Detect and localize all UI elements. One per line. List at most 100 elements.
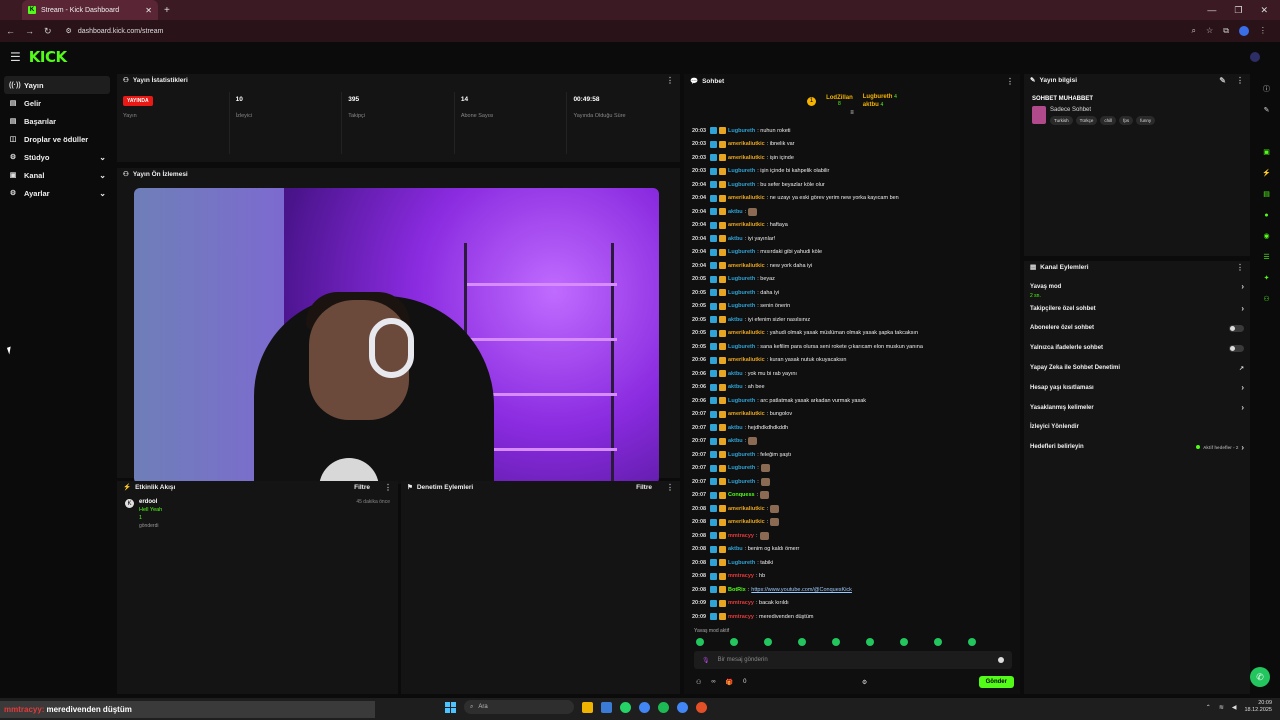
emote-icon[interactable] xyxy=(764,638,772,646)
chevron-down-icon[interactable]: ⌄ xyxy=(99,171,106,180)
chat-message[interactable]: 20:03 amerikaliutkic: işin içinde xyxy=(692,151,1016,165)
chat-message[interactable]: 20:06 Lugbureth: arc patlatmak yasak arka… xyxy=(692,394,1016,408)
users-icon[interactable]: ⚇ xyxy=(1261,293,1273,305)
chat-username[interactable]: Lugbureth xyxy=(728,479,755,485)
chat-username[interactable]: Lugbureth xyxy=(728,344,755,350)
kick-logo[interactable]: KICK xyxy=(29,48,67,66)
chat-message[interactable]: 20:08 mmtracyy: xyxy=(692,529,1016,543)
channel-action-row[interactable]: Takipçilere özel sohbet › xyxy=(1024,299,1250,319)
users-icon[interactable]: ⚇ xyxy=(696,679,701,686)
gift-icon[interactable]: 🎁 xyxy=(726,679,733,686)
chat-message[interactable]: 20:07 aktbu: hejdhdkdhdkddh xyxy=(692,421,1016,435)
expand-icon[interactable]: ≡ xyxy=(850,110,854,116)
site-info-icon[interactable]: ⚙ xyxy=(66,27,72,35)
network-icon[interactable]: ≋ xyxy=(1219,704,1224,711)
chat-message[interactable]: 20:03 amerikaliutkic: ibnelik var xyxy=(692,138,1016,152)
top-chatter-name[interactable]: Lugbureth xyxy=(863,94,893,100)
chat-username[interactable]: aktbu xyxy=(728,236,743,242)
video-preview[interactable] xyxy=(134,188,659,484)
chevron-down-icon[interactable]: ⌄ xyxy=(99,189,106,198)
emote-icon[interactable] xyxy=(900,638,908,646)
list-icon[interactable]: ☰ xyxy=(1261,251,1273,263)
emoji-icon[interactable] xyxy=(998,657,1004,663)
chat-message[interactable]: 20:07 Lugbureth: feleğim şaştı xyxy=(692,448,1016,462)
chat-username[interactable]: Lugbureth xyxy=(728,182,755,188)
activity-icon[interactable]: ⚡ xyxy=(1261,167,1273,179)
channel-action-row[interactable]: Hesap yaşı kısıtlaması › xyxy=(1024,378,1250,398)
chat-username[interactable]: amerikaliutkic xyxy=(728,519,765,525)
chat-message[interactable]: 20:07 Lugbureth: xyxy=(692,475,1016,489)
chevron-right-icon[interactable]: › xyxy=(1241,443,1244,452)
emote-icon[interactable] xyxy=(730,638,738,646)
wrench-icon[interactable]: ✦ xyxy=(1261,272,1273,284)
chat-username[interactable]: Lugbureth xyxy=(728,560,755,566)
goals-row[interactable]: Hedefleri belirleyin Aktif hedefler - 2 … xyxy=(1024,437,1250,457)
chat-username[interactable]: amerikaliutkic xyxy=(728,195,765,201)
toggle-switch[interactable] xyxy=(1229,344,1244,352)
more-icon[interactable]: ⋮ xyxy=(1006,77,1014,86)
back-icon[interactable]: ← xyxy=(6,26,15,36)
chevron-down-icon[interactable]: ⌄ xyxy=(99,153,106,162)
zoom-icon[interactable]: ⌕ xyxy=(1192,26,1196,36)
chat-message[interactable]: 20:04 amerikaliutkic: haftaya xyxy=(692,219,1016,233)
profile-avatar[interactable] xyxy=(1238,26,1249,36)
chat-username[interactable]: aktbu xyxy=(728,425,743,431)
close-tab-icon[interactable]: ✕ xyxy=(145,6,152,15)
chat-username[interactable]: aktbu xyxy=(728,546,743,552)
chat-username[interactable]: mmtracyy xyxy=(728,533,754,539)
emote-icon[interactable] xyxy=(934,638,942,646)
sidebar-item-4[interactable]: ⚙ Stüdyo ⌄ xyxy=(4,148,110,166)
chat-icon[interactable]: ● xyxy=(1261,209,1273,221)
chat-message[interactable]: 20:03 Lugbureth: işin içinde bi kahpelik … xyxy=(692,165,1016,179)
chat-username[interactable]: Lugbureth xyxy=(728,398,755,404)
chat-username[interactable]: amerikaliutkic xyxy=(728,357,765,363)
hamburger-icon[interactable]: ☰ xyxy=(10,50,21,64)
windows-start-icon[interactable] xyxy=(445,701,456,713)
edit-icon[interactable]: ✎ xyxy=(1219,76,1226,85)
pencil-icon[interactable]: ✎ xyxy=(1261,104,1273,116)
emote-icon[interactable] xyxy=(866,638,874,646)
chat-message[interactable]: 20:04 amerikaliutkic: new york daha iyi xyxy=(692,259,1016,273)
chat-message[interactable]: 20:04 Lugbureth: mısırdaki gibi yahudi kö… xyxy=(692,246,1016,260)
channel-action-row[interactable]: Yalnızca ifadelerle sohbet xyxy=(1024,338,1250,358)
chat-message[interactable]: 20:03 Lugbureth: nuhun roketi xyxy=(692,124,1016,138)
chat-username[interactable]: Lugbureth xyxy=(728,276,755,282)
tag-chip[interactable]: funny xyxy=(1136,116,1156,125)
chat-username[interactable]: Lugbureth xyxy=(728,249,755,255)
chat-message[interactable]: 20:04 aktbu: xyxy=(692,205,1016,219)
activity-filter-button[interactable]: Filtre xyxy=(354,484,370,491)
chat-message[interactable]: 20:05 Lugbureth: daha iyi xyxy=(692,286,1016,300)
chat-message[interactable]: 20:08 aktbu: benim og kaldı ömerr xyxy=(692,543,1016,557)
chat-message[interactable]: 20:06 aktbu: yok mu bi rab yayını xyxy=(692,367,1016,381)
chevron-right-icon[interactable]: › xyxy=(1241,282,1244,291)
chat-message[interactable]: 20:08 mmtracyy: hb xyxy=(692,570,1016,584)
chat-message[interactable]: 20:07 Conquess: xyxy=(692,489,1016,503)
chat-username[interactable]: Lugbureth xyxy=(728,452,755,458)
chevron-right-icon[interactable]: › xyxy=(1241,403,1244,412)
sidebar-item-3[interactable]: ◫ Droplar ve ödüller xyxy=(4,130,110,148)
chevron-right-icon[interactable]: › xyxy=(1241,383,1244,392)
window-close-icon[interactable]: ✕ xyxy=(1260,5,1268,16)
chat-username[interactable]: amerikaliutkic xyxy=(728,155,765,161)
chat-log[interactable]: 20:03 Lugbureth: nuhun roketi 20:03 amerika… xyxy=(692,124,1016,624)
chevron-right-icon[interactable]: › xyxy=(1241,304,1244,313)
chat-link[interactable]: https://www.youtube.com/@ConquesKick xyxy=(751,587,852,593)
chat-message[interactable]: 20:08 amerikaliutkic: xyxy=(692,516,1016,530)
chat-username[interactable]: mmtracyy xyxy=(728,573,754,579)
chat-message[interactable]: 20:09 mmtracyy: meredivenden düştüm xyxy=(692,610,1016,624)
chat-username[interactable]: mmtracyy xyxy=(728,600,754,606)
chat-username[interactable]: aktbu xyxy=(728,438,743,444)
emote-icon[interactable] xyxy=(798,638,806,646)
reload-icon[interactable]: ↻ xyxy=(44,26,52,37)
tag-chip[interactable]: fps xyxy=(1119,116,1134,125)
external-link-icon[interactable]: ↗ xyxy=(1239,365,1244,372)
mic-icon[interactable]: 🎙 xyxy=(702,657,710,664)
top-chatter-name[interactable]: aktbu xyxy=(863,102,879,108)
new-tab-icon[interactable]: + xyxy=(164,5,170,16)
chat-username[interactable]: Lugbureth xyxy=(728,465,755,471)
chat-message[interactable]: 20:05 Lugbureth: sana kefilim para olursa… xyxy=(692,340,1016,354)
spotify-icon[interactable] xyxy=(658,701,669,713)
chat-message[interactable]: 20:04 amerikaliutkic: ne uzayı ya eski gö… xyxy=(692,192,1016,206)
chat-message[interactable]: 20:07 amerikaliutkic: bungolov xyxy=(692,408,1016,422)
volume-icon[interactable]: ◀ xyxy=(1232,704,1237,711)
